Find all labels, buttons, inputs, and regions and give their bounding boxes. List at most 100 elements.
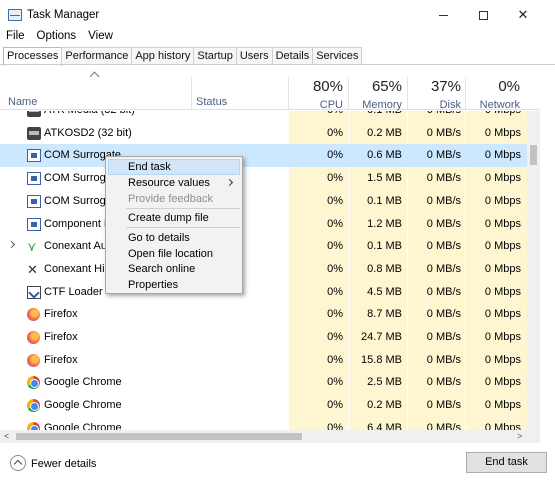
column-divider[interactable] [407, 77, 408, 110]
menu-bar: File Options View [0, 29, 119, 45]
menu-view[interactable]: View [82, 29, 119, 45]
column-header: Name Status 80% CPU 65% Memory 37% Disk … [0, 65, 540, 111]
process-disk: 0 MB/s [426, 194, 461, 207]
menu-options[interactable]: Options [31, 29, 83, 45]
process-name: Google Chrome [44, 421, 122, 430]
vertical-scrollbar[interactable] [527, 111, 540, 430]
process-network: 0 Mbps [484, 240, 521, 253]
ctf-icon [27, 285, 41, 299]
process-network: 0 Mbps [484, 126, 521, 139]
expand-chevron-icon[interactable] [7, 241, 16, 249]
menu-create-dump-file[interactable]: Create dump file [108, 210, 240, 226]
horizontal-scrollbar[interactable]: < > [0, 430, 540, 443]
header-name[interactable]: Name [8, 96, 37, 108]
menu-end-task[interactable]: End task [108, 159, 240, 175]
process-disk: 0 MB/s [426, 172, 461, 185]
table-row[interactable]: Firefox 0% 8.7 MB 0 MB/s 0 Mbps [0, 303, 540, 326]
process-memory: 0.2 MB [367, 126, 402, 139]
tools-icon: ✕ [27, 261, 38, 277]
process-disk: 0 MB/s [426, 421, 461, 430]
table-row[interactable]: Firefox 0% 15.8 MB 0 MB/s 0 Mbps [0, 349, 540, 372]
process-cpu: 0% [327, 421, 343, 430]
table-row[interactable]: COM Surrogate 0% 1.5 MB 0 MB/s 0 Mbps [0, 167, 540, 190]
process-cpu: 0% [327, 376, 343, 389]
process-memory: 0.2 MB [367, 399, 402, 412]
process-network: 0 Mbps [484, 421, 521, 430]
fewer-details-link[interactable]: Fewer details [31, 458, 96, 470]
process-cpu: 0% [289, 111, 343, 116]
menu-resource-values[interactable]: Resource values [108, 175, 240, 191]
table-row[interactable]: Google Chrome 0% 0.2 MB 0 MB/s 0 Mbps [0, 394, 540, 417]
scroll-right-icon[interactable]: > [517, 432, 522, 441]
com-icon [27, 149, 41, 163]
table-row[interactable]: COM Surrogate 0% 0.6 MB 0 MB/s 0 Mbps [0, 144, 540, 168]
column-divider[interactable] [348, 77, 349, 110]
process-network: 0 Mbps [484, 331, 521, 343]
context-menu: End task Resource values Provide feedbac… [105, 156, 243, 294]
conexant-icon: ⋎ [27, 239, 37, 255]
table-row[interactable]: COM Surrogate 0% 0.1 MB 0 MB/s 0 Mbps [0, 190, 540, 213]
tab-details[interactable]: Details [271, 47, 314, 65]
process-disk: 0 MB/s [426, 308, 461, 321]
com-icon [27, 172, 41, 186]
tab-services[interactable]: Services [312, 47, 363, 65]
chevron-right-icon [225, 178, 234, 187]
atk-icon [27, 126, 41, 140]
network-label: Network [479, 99, 520, 111]
header-disk[interactable]: 37% Disk [414, 78, 461, 111]
table-row[interactable]: Component Package Support Server0%1.2 MB… [0, 213, 540, 236]
end-task-button[interactable]: End task [466, 452, 547, 473]
memory-percent: 65% [371, 78, 402, 95]
close-button[interactable]: ✕ [505, 0, 541, 30]
menu-provide-feedback: Provide feedback [128, 193, 213, 205]
menu-properties[interactable]: Properties [108, 277, 240, 293]
table-row[interactable]: Firefox 0% 24.7 MB 0 MB/s 0 Mbps [0, 326, 540, 349]
process-cpu: 0% [327, 194, 343, 207]
tab-app-history[interactable]: App history [131, 47, 195, 65]
tab-users[interactable]: Users [235, 47, 273, 65]
table-row[interactable]: ⋎Conexant Audio Message Service0%0.1 MB0… [0, 235, 540, 258]
table-row[interactable]: Google Chrome 0% 6.4 MB 0 MB/s 0 Mbps [0, 417, 540, 430]
horizontal-scroll-thumb[interactable] [16, 433, 302, 440]
table-row[interactable]: Google Chrome 0% 2.5 MB 0 MB/s 0 Mbps [0, 371, 540, 394]
footer: Fewer details End task [0, 445, 555, 481]
minimize-button[interactable] [425, 0, 461, 30]
process-cpu: 0% [327, 353, 343, 366]
menu-resource-values-label: Resource values [128, 177, 210, 189]
maximize-button[interactable] [465, 0, 501, 30]
process-disk: 0 MB/s [426, 376, 461, 389]
column-divider[interactable] [288, 77, 289, 110]
maximize-icon [478, 11, 488, 21]
tab-performance[interactable]: Performance [61, 47, 133, 65]
menu-file[interactable]: File [0, 29, 31, 45]
header-memory[interactable]: 65% Memory [355, 78, 402, 111]
process-memory: 0.1 MB [367, 194, 402, 207]
process-memory: 0.1 MB [349, 111, 402, 116]
chevron-up-circle-icon[interactable] [10, 455, 26, 471]
header-status[interactable]: Status [196, 96, 227, 108]
network-percent: 0% [498, 78, 520, 95]
process-network: 0 Mbps [484, 399, 521, 412]
process-network: 0 Mbps [484, 376, 521, 389]
process-network: 0 Mbps [484, 262, 521, 275]
process-memory: 8.7 MB [367, 308, 402, 321]
menu-search-online[interactable]: Search online [108, 261, 240, 277]
tab-startup[interactable]: Startup [193, 47, 237, 65]
process-name: CTF Loader [44, 285, 103, 298]
menu-go-to-details[interactable]: Go to details [108, 230, 240, 246]
process-cpu: 0% [327, 285, 343, 298]
column-divider[interactable] [191, 77, 192, 110]
table-row[interactable]: ATKOSD2 (32 bit) 0% 0.2 MB 0 MB/s 0 Mbps [0, 122, 540, 145]
menu-open-file-location[interactable]: Open file location [108, 246, 240, 262]
scroll-left-icon[interactable]: < [4, 432, 9, 441]
column-divider[interactable] [465, 77, 466, 110]
process-network: 0 Mbps [484, 285, 521, 298]
table-row[interactable]: ✕Conexant High Definition Audio Service0… [0, 258, 540, 281]
table-row[interactable]: ATK Media (32 bit) 0% 0.1 MB 0 MB/s 0 Mbps [0, 111, 540, 122]
process-name: Firefox [44, 353, 78, 366]
header-network[interactable]: 0% Network [470, 78, 520, 111]
vertical-scroll-thumb[interactable] [530, 145, 537, 165]
process-disk: 0 MB/s [408, 111, 461, 116]
table-row[interactable]: CTF Loader 0% 4.5 MB 0 MB/s 0 Mbps [0, 281, 540, 304]
header-cpu[interactable]: 80% CPU [300, 78, 343, 111]
